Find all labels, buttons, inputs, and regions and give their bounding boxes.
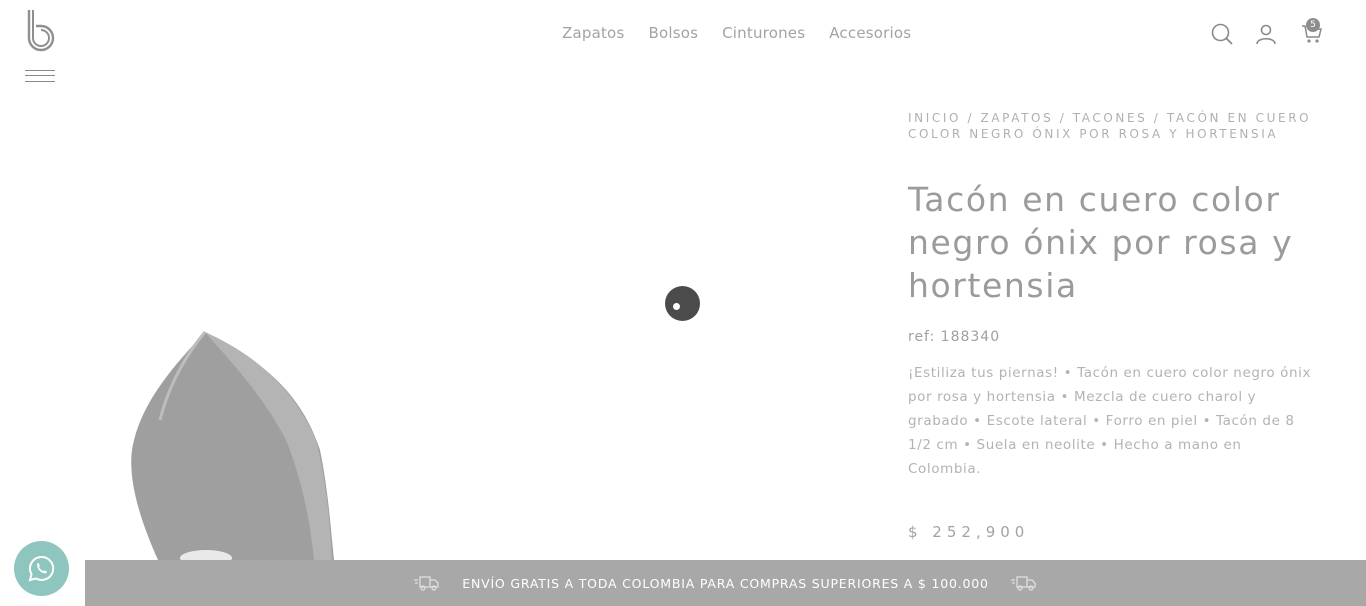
breadcrumb-inicio[interactable]: INICIO	[908, 111, 961, 125]
logo-b-icon[interactable]	[24, 8, 58, 56]
breadcrumb: INICIO / ZAPATOS / TACONES / TACÓN EN CU…	[908, 111, 1312, 141]
shipping-banner: ENVÍO GRATIS A TODA COLOMBIA PARA COMPRA…	[85, 560, 1366, 606]
nav-item-accesorios[interactable]: Accesorios	[829, 24, 911, 42]
whatsapp-button[interactable]	[14, 541, 69, 596]
product-price: $ 252,900	[908, 523, 1030, 542]
loading-spinner-icon	[665, 286, 700, 321]
product-description: ¡Estiliza tus piernas! • Tacón en cuero …	[908, 365, 1312, 478]
breadcrumb-zapatos[interactable]: ZAPATOS	[981, 111, 1054, 125]
breadcrumb-tacones[interactable]: TACONES	[1073, 111, 1148, 125]
nav-item-zapatos[interactable]: Zapatos	[562, 24, 624, 42]
nav-item-cinturones[interactable]: Cinturones	[722, 24, 805, 42]
product-ref: ref: 188340	[908, 329, 1001, 346]
menu-icon[interactable]	[25, 69, 55, 85]
delivery-truck-icon	[414, 576, 439, 591]
main-nav: Zapatos Bolsos Cinturones Accesorios	[562, 24, 911, 42]
user-icon[interactable]	[1254, 22, 1278, 46]
cart-count-badge: 5	[1306, 18, 1320, 32]
product-title: Tacón en cuero color negro ónix por rosa…	[908, 180, 1294, 305]
search-icon[interactable]	[1210, 22, 1234, 46]
nav-item-bolsos[interactable]: Bolsos	[648, 24, 698, 42]
product-info: INICIO / ZAPATOS / TACONES / TACÓN EN CU…	[908, 110, 1318, 541]
product-image[interactable]	[110, 320, 370, 560]
shipping-banner-text: ENVÍO GRATIS A TODA COLOMBIA PARA COMPRA…	[462, 575, 989, 591]
delivery-truck-icon	[1010, 576, 1036, 591]
whatsapp-icon	[28, 555, 55, 582]
